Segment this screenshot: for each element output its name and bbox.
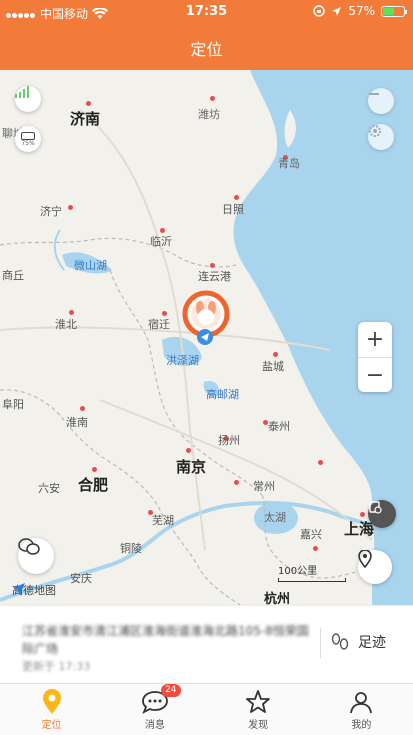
- city-label: 铜陵: [120, 542, 142, 555]
- top-bar: 中国移动 17:35 57% 定位: [0, 0, 413, 70]
- city-dot: [69, 310, 74, 315]
- divider: [320, 628, 321, 658]
- city-label: 扬州: [218, 434, 240, 447]
- city-dot: [234, 195, 239, 200]
- battery-percent: 57%: [348, 4, 375, 18]
- footprint-button[interactable]: 足迹: [330, 632, 386, 652]
- wechat-icon: [18, 538, 40, 555]
- profile-icon: [350, 692, 373, 714]
- amap-arrow-icon: [13, 583, 25, 595]
- tab-location[interactable]: 定位: [0, 684, 103, 735]
- minus-circle-icon: [369, 93, 379, 95]
- device-battery-button[interactable]: 75%: [15, 126, 41, 152]
- city-label: 日照: [222, 203, 244, 216]
- layers-button[interactable]: [368, 88, 394, 114]
- zoom-control: + −: [358, 322, 392, 392]
- scale-label: 100公里: [278, 566, 318, 577]
- tab-label: 发现: [248, 720, 269, 731]
- signal-strength-icon: [15, 86, 29, 98]
- status-bar: 中国移动 17:35 57%: [0, 0, 413, 24]
- city-dot: [92, 467, 97, 472]
- city-label: 盐城: [262, 360, 284, 373]
- signal-status-button[interactable]: [15, 86, 41, 112]
- tab-messages[interactable]: 24 消息: [103, 684, 206, 735]
- history-button[interactable]: [368, 500, 396, 528]
- amap-logo: 高德地图: [12, 582, 56, 598]
- city-label: 商丘: [2, 269, 24, 282]
- address-text: 江苏省淮安市清江浦区淮海街道淮海北路105-8恒荣国际广场: [22, 624, 309, 656]
- footprints-icon: [331, 633, 349, 650]
- city-label: 阜阳: [2, 398, 24, 411]
- city-dot: [273, 352, 278, 357]
- page-title: 定位: [190, 40, 223, 59]
- tab-mine[interactable]: 我的: [310, 684, 413, 735]
- device-battery-icon: [21, 131, 35, 140]
- city-label: 高邮湖: [206, 388, 239, 401]
- city-label: 青岛: [278, 157, 300, 170]
- map-view[interactable]: 济南 南京 合肥 上海 济宁 商丘 淮北 阜阳 淮南 六安 安庆 铜陵 芜湖 泰…: [0, 70, 413, 605]
- gear-icon: [369, 125, 381, 137]
- city-label: 嘉兴: [300, 528, 322, 541]
- tab-label: 消息: [144, 720, 165, 731]
- city-dot: [360, 512, 365, 517]
- city-label: 六安: [38, 482, 60, 495]
- city-dot: [210, 96, 215, 101]
- wechat-share-button[interactable]: [18, 538, 54, 574]
- star-icon: [246, 690, 271, 713]
- location-pin-icon: [42, 689, 61, 714]
- battery-icon: [381, 5, 407, 17]
- city-label: 临沂: [150, 235, 172, 248]
- city-label: 连云港: [198, 270, 231, 283]
- city-label: 微山湖: [74, 259, 107, 272]
- tab-discover[interactable]: 发现: [207, 684, 310, 735]
- city-dot: [313, 546, 318, 551]
- city-dot: [186, 448, 191, 453]
- city-label: 潍坊: [198, 108, 220, 121]
- city-dot: [80, 406, 85, 411]
- city-label: 洪泽湖: [166, 354, 199, 367]
- location-pin-icon: [358, 550, 372, 568]
- city-label: 合肥: [78, 476, 109, 494]
- history-icon: [369, 501, 382, 514]
- city-dot: [318, 460, 323, 465]
- city-label: 淮北: [55, 318, 77, 331]
- updated-time: 更新于 17:33: [22, 660, 91, 673]
- city-label: 济宁: [40, 205, 62, 218]
- tab-label: 我的: [351, 720, 372, 731]
- city-label: 常州: [253, 480, 275, 493]
- zoom-in-button[interactable]: +: [358, 322, 392, 357]
- city-label: 南京: [176, 458, 207, 476]
- city-label: 太湖: [264, 511, 286, 524]
- zoom-out-button[interactable]: −: [358, 357, 392, 392]
- map-scale: 100公里: [278, 562, 346, 582]
- city-label: 芜湖: [152, 514, 174, 527]
- unread-badge: 24: [161, 684, 181, 697]
- city-dot: [68, 205, 73, 210]
- location-card[interactable]: 江苏省淮安市清江浦区淮海街道淮海北路105-8恒荣国际广场 更新于 17:33 …: [0, 605, 413, 683]
- orientation-lock-icon: [313, 5, 326, 17]
- city-dot: [234, 480, 239, 485]
- city-dot: [86, 101, 91, 106]
- city-label: 杭州: [264, 592, 291, 605]
- tab-label: 定位: [41, 720, 62, 731]
- city-label: 泰州: [268, 420, 290, 433]
- city-label: 济南: [70, 110, 101, 128]
- settings-button[interactable]: [368, 124, 394, 150]
- city-label: 宿迁: [148, 318, 170, 331]
- device-direction-icon: [197, 329, 213, 345]
- footprint-label: 足迹: [358, 635, 386, 651]
- locate-me-button[interactable]: [358, 550, 392, 584]
- city-label: 安庆: [70, 572, 92, 585]
- device-battery-level: 75%: [21, 139, 35, 147]
- tab-bar: 定位 24 消息 发现 我的: [0, 683, 413, 735]
- location-marker[interactable]: [182, 290, 230, 345]
- location-arrow-icon: [332, 6, 342, 16]
- scale-bar: [278, 578, 346, 582]
- city-label: 淮南: [66, 416, 88, 429]
